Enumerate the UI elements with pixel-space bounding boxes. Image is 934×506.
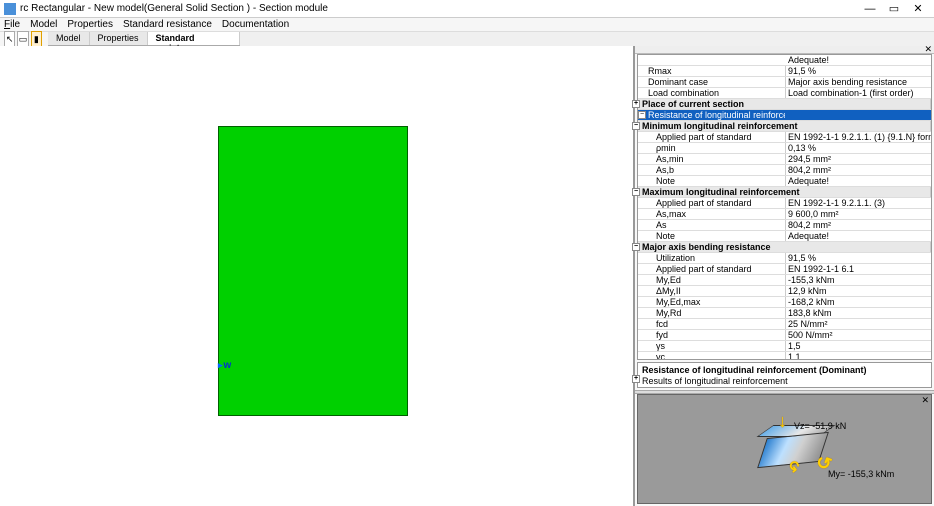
results-grid[interactable]: Adequate! Rmax91,5 % Dominant caseMajor … — [637, 54, 932, 360]
moment-label-my: My= -155,3 kNm — [828, 469, 894, 479]
rmax-v: 91,5 % — [786, 66, 931, 76]
header-place[interactable]: +Place of current section — [638, 99, 931, 110]
tab-properties[interactable]: Properties — [90, 32, 148, 45]
title-bar: rc Rectangular - New model(General Solid… — [0, 0, 934, 18]
expand-icon[interactable]: − — [638, 243, 640, 251]
force-label-vz: Vz= -51,9 kN — [794, 421, 846, 431]
force-arrow-vz-icon: ↓ — [778, 411, 787, 432]
panel-header: ✕ — [635, 46, 934, 54]
row-rlr[interactable]: −Resistance of longitudinal reinforcemen… — [638, 110, 931, 121]
menu-documentation[interactable]: Documentation — [222, 19, 289, 30]
preview-3d[interactable]: ✕ ↓ Vz= -51,9 kN ↺ ↺ My= -155,3 kNm — [637, 394, 932, 504]
minimize-button[interactable]: — — [858, 2, 882, 16]
menu-file[interactable]: File — [4, 19, 20, 30]
maximize-button[interactable]: ▭ — [882, 1, 906, 16]
app-icon — [4, 3, 16, 15]
axis-label-w: w — [218, 360, 231, 371]
header-maxlr[interactable]: −Maximum longitudinal reinforcement — [638, 187, 931, 198]
collapse-icon[interactable]: + — [638, 100, 640, 108]
panel-close-icon[interactable]: ✕ — [924, 44, 932, 55]
tab-model[interactable]: Model — [48, 32, 90, 45]
section-shape[interactable] — [218, 126, 408, 416]
description-box: Resistance of longitudinal reinforcement… — [637, 362, 932, 388]
header-minlr[interactable]: −Minimum longitudinal reinforcement — [638, 121, 931, 132]
rmax-k: Rmax — [638, 66, 786, 76]
header-mabr[interactable]: −Major axis bending resistance — [638, 242, 931, 253]
adequate-top: Adequate! — [786, 55, 931, 65]
menu-properties[interactable]: Properties — [67, 19, 113, 30]
expand-icon[interactable]: − — [638, 188, 640, 196]
view-tabs: Model Properties Standard resistance — [48, 32, 240, 46]
domcase-v: Major axis bending resistance — [786, 77, 931, 87]
preview-close-icon[interactable]: ✕ — [921, 395, 929, 406]
menu-bar: File Model Properties Standard resistanc… — [0, 18, 934, 32]
expand-icon[interactable]: − — [638, 111, 646, 119]
description-body: Results of longitudinal reinforcement — [642, 376, 927, 387]
main-toolbar: ↖ ▭ ▮ — [0, 32, 48, 46]
loadcomb-v: Load combination-1 (first order) — [786, 88, 931, 98]
tool-cursor-icon[interactable]: ↖ — [4, 31, 15, 47]
window-title: rc Rectangular - New model(General Solid… — [20, 3, 858, 14]
domcase-k: Dominant case — [638, 77, 786, 87]
tool-selected-icon[interactable]: ▮ — [31, 31, 42, 47]
expand-icon[interactable]: − — [638, 122, 640, 130]
description-title: Resistance of longitudinal reinforcement… — [642, 365, 927, 376]
workspace: w ✕ Adequate! Rmax91,5 % Dominant caseMa… — [0, 46, 934, 506]
menu-model[interactable]: Model — [30, 19, 57, 30]
menu-standard-resistance[interactable]: Standard resistance — [123, 19, 212, 30]
loadcomb-k: Load combination — [638, 88, 786, 98]
properties-panel: ✕ Adequate! Rmax91,5 % Dominant caseMajo… — [634, 46, 934, 506]
tool-page-icon[interactable]: ▭ — [17, 31, 28, 47]
close-button[interactable]: ✕ — [906, 1, 930, 16]
tab-standard-resistance[interactable]: Standard resistance — [148, 32, 240, 45]
viewport[interactable]: w — [0, 46, 634, 506]
